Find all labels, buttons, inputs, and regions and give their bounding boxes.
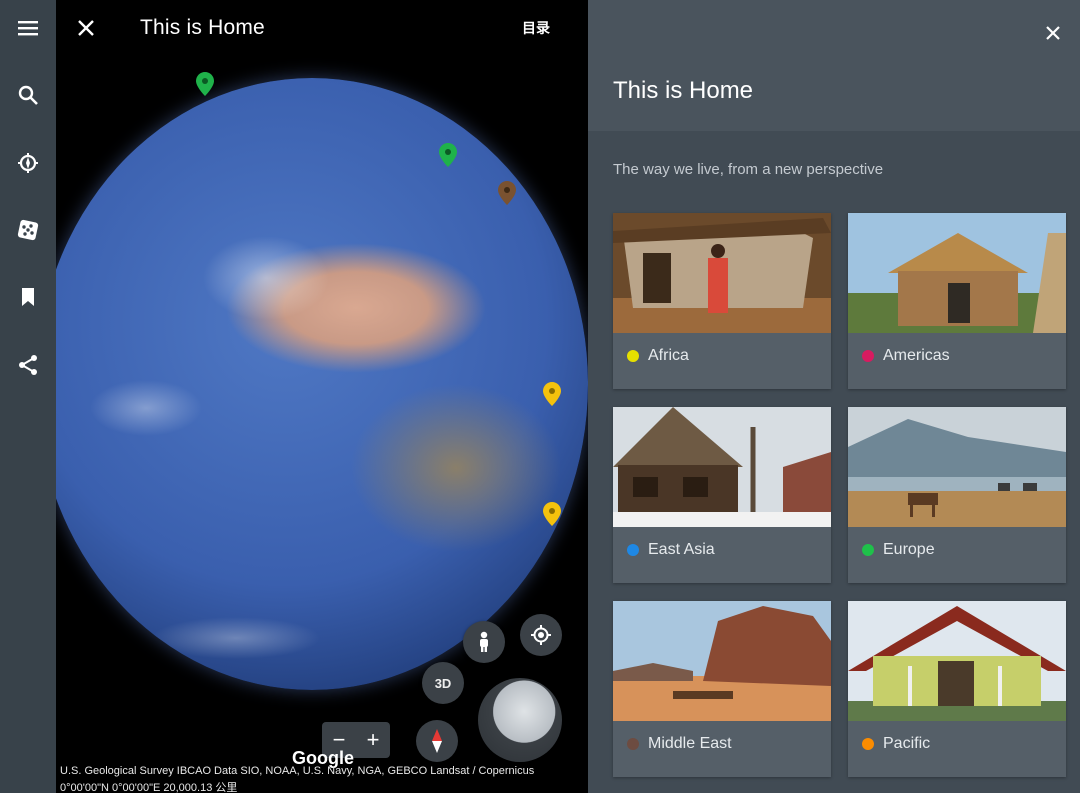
dice-icon	[17, 219, 39, 241]
close-story-button[interactable]	[70, 12, 102, 44]
my-location-icon	[531, 625, 551, 645]
region-card-pacific[interactable]: Pacific	[848, 601, 1066, 777]
green-pin-icon[interactable]	[196, 72, 214, 96]
region-card-east-asia[interactable]: East Asia	[613, 407, 831, 583]
menu-icon	[18, 21, 38, 36]
navigation-rail	[0, 0, 56, 793]
story-panel: This is Home The way we live, from a new…	[588, 0, 1080, 793]
region-card-americas[interactable]: Americas	[848, 213, 1066, 389]
region-card-middle-east[interactable]: Middle East	[613, 601, 831, 777]
middle-east-thumbnail	[613, 601, 831, 721]
compass-button[interactable]	[416, 720, 458, 762]
brown-pin-icon[interactable]	[498, 181, 516, 205]
projects-button[interactable]	[0, 273, 56, 321]
voyager-button[interactable]	[0, 139, 56, 187]
middle-east-dot-icon	[627, 738, 639, 750]
pacific-dot-icon	[862, 738, 874, 750]
card-label-pacific: Pacific	[883, 735, 931, 752]
panel-title: This is Home	[613, 77, 754, 104]
card-label-middle-east: Middle East	[648, 735, 732, 752]
3d-toggle-button[interactable]: 3D	[422, 662, 464, 704]
zoom-in-button[interactable]: +	[356, 722, 390, 758]
street-view-button[interactable]	[463, 621, 505, 663]
map-attribution: U.S. Geological Survey IBCAO Data SIO, N…	[60, 765, 535, 777]
africa-thumbnail	[613, 213, 831, 333]
panel-header: This is Home	[588, 0, 1080, 131]
card-label-europe: Europe	[883, 541, 935, 558]
share-button[interactable]	[0, 341, 56, 389]
compass-icon	[432, 729, 442, 753]
close-icon	[78, 20, 94, 36]
coordinates-readout: 0°00'00"N 0°00'00"E 20,000.13 公里	[60, 782, 238, 793]
my-location-button[interactable]	[520, 614, 562, 656]
share-icon	[19, 355, 37, 375]
east-asia-dot-icon	[627, 544, 639, 556]
americas-thumbnail	[848, 213, 1066, 333]
card-label-americas: Americas	[883, 347, 950, 364]
region-card-europe[interactable]: Europe	[848, 407, 1066, 583]
table-of-contents-button[interactable]: 目录	[522, 18, 550, 38]
panel-subtitle: The way we live, from a new perspective	[613, 161, 884, 178]
green-pin-icon[interactable]	[439, 143, 457, 167]
pacific-thumbnail	[848, 601, 1066, 721]
pegman-icon	[480, 631, 488, 652]
search-icon	[18, 85, 38, 105]
search-button[interactable]	[0, 71, 56, 119]
map-view[interactable]: This is Home 目录 3D − + Google U.S. Geolo…	[56, 0, 588, 793]
voyager-icon	[18, 153, 38, 173]
card-label-africa: Africa	[648, 347, 689, 364]
menu-button[interactable]	[0, 4, 56, 52]
americas-dot-icon	[862, 350, 874, 362]
europe-thumbnail	[848, 407, 1066, 527]
yellow-pin-icon[interactable]	[543, 382, 561, 406]
story-title: This is Home	[140, 16, 265, 39]
region-card-africa[interactable]: Africa	[613, 213, 831, 389]
europe-dot-icon	[862, 544, 874, 556]
close-icon	[1046, 26, 1060, 40]
africa-dot-icon	[627, 350, 639, 362]
card-label-east-asia: East Asia	[648, 541, 715, 558]
close-panel-button[interactable]	[1038, 18, 1068, 48]
feeling-lucky-button[interactable]	[0, 206, 56, 254]
earth-globe[interactable]	[56, 78, 588, 690]
yellow-pin-icon[interactable]	[543, 502, 561, 526]
bookmark-icon	[22, 288, 34, 306]
mini-globe-button[interactable]	[478, 678, 562, 762]
east-asia-thumbnail	[613, 407, 831, 527]
